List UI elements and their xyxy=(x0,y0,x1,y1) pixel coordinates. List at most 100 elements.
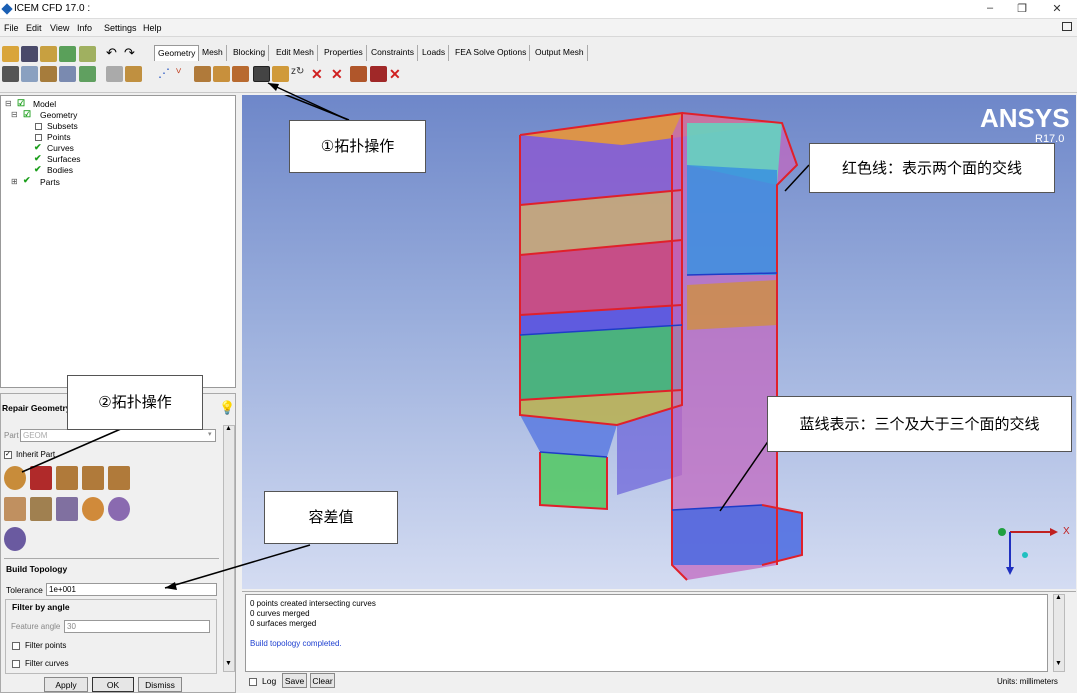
open-mesh-icon[interactable] xyxy=(79,46,96,62)
filter-curves-checkbox[interactable] xyxy=(12,660,20,668)
dismiss-button[interactable]: Dismiss xyxy=(138,677,182,692)
expand-model-icon[interactable]: ⊟ xyxy=(5,99,12,108)
filter-points-checkbox[interactable] xyxy=(12,642,20,650)
bodies-check-icon[interactable]: ✔ xyxy=(34,164,42,175)
restore-dormant-icon[interactable]: z↻ xyxy=(291,66,308,82)
menu-settings[interactable]: Settings xyxy=(104,23,137,33)
curves-check-icon[interactable]: ✔ xyxy=(34,142,42,153)
message-scroll-up-icon[interactable]: ▲ xyxy=(1055,594,1062,601)
help-view-icon[interactable] xyxy=(79,66,96,82)
ok-button[interactable]: OK xyxy=(92,677,134,692)
part-select[interactable]: GEOM xyxy=(20,429,216,442)
model-check-icon[interactable]: ☑ xyxy=(17,98,25,109)
build-topology-icon[interactable] xyxy=(4,466,26,490)
tree-curves[interactable]: Curves xyxy=(47,143,74,153)
panel-scrollbar[interactable] xyxy=(223,425,235,672)
tree-parts[interactable]: Parts xyxy=(40,177,60,187)
menu-edit[interactable]: Edit xyxy=(26,23,42,33)
create-surface-icon[interactable] xyxy=(194,66,211,82)
tab-constraints[interactable]: Constraints xyxy=(368,45,418,61)
duct-middle-band xyxy=(687,280,777,330)
open-geometry-icon[interactable] xyxy=(40,46,57,62)
tree-geometry[interactable]: Geometry xyxy=(40,110,77,120)
save-log-button[interactable]: Save xyxy=(282,673,307,688)
check-geometry-icon[interactable] xyxy=(30,466,52,490)
tab-fea-solve-options[interactable]: FEA Solve Options xyxy=(452,45,531,61)
align-edge-icon[interactable] xyxy=(56,497,78,521)
create-faces-icon[interactable] xyxy=(232,66,249,82)
axis-y-dot xyxy=(998,528,1006,536)
surfaces-check-icon[interactable]: ✔ xyxy=(34,153,42,164)
message-window[interactable]: 0 points created intersecting curves 0 c… xyxy=(245,594,1048,672)
message-panel: 0 points created intersecting curves 0 c… xyxy=(242,591,1076,693)
delete-surface-icon[interactable] xyxy=(350,66,367,82)
scroll-down-icon[interactable]: ▼ xyxy=(225,660,232,667)
tree-subsets[interactable]: Subsets xyxy=(47,121,78,131)
tree-surfaces[interactable]: Surfaces xyxy=(47,154,81,164)
tab-edit-mesh[interactable]: Edit Mesh xyxy=(273,45,318,61)
delete-body-icon[interactable] xyxy=(370,66,387,82)
feature-angle-input[interactable]: 30 xyxy=(64,620,210,633)
expand-parts-icon[interactable]: ⊞ xyxy=(11,177,18,186)
tolerance-input[interactable]: 1e+001 xyxy=(46,583,217,596)
maximize-button[interactable]: ❐ xyxy=(1007,2,1037,17)
subsets-checkbox[interactable] xyxy=(35,123,42,130)
remove-holes-icon[interactable] xyxy=(82,466,104,490)
undo-icon[interactable]: ↶ xyxy=(106,45,117,61)
symmetry-icon[interactable] xyxy=(108,497,130,521)
tab-properties[interactable]: Properties xyxy=(321,45,367,61)
create-point-icon[interactable]: ⋰ xyxy=(158,66,175,82)
restore-pane-icon[interactable] xyxy=(1062,22,1072,31)
tab-mesh[interactable]: Mesh xyxy=(199,45,227,61)
transform-geometry-icon[interactable] xyxy=(272,66,289,82)
tree-points[interactable]: Points xyxy=(47,132,71,142)
open-blocking-icon[interactable] xyxy=(59,46,76,62)
clear-log-button[interactable]: Clear xyxy=(310,673,335,688)
save-icon[interactable] xyxy=(21,46,38,62)
close-holes-icon[interactable] xyxy=(56,466,78,490)
create-body-icon[interactable] xyxy=(213,66,230,82)
log-checkbox[interactable] xyxy=(249,678,257,686)
delete-curve-icon[interactable]: ✕ xyxy=(331,66,348,82)
axis-z-arrow xyxy=(1006,567,1014,575)
transform-icon[interactable] xyxy=(59,66,76,82)
open-folder-icon[interactable] xyxy=(2,46,19,62)
tab-blocking[interactable]: Blocking xyxy=(230,45,270,61)
parts-check-icon[interactable]: ✔ xyxy=(23,175,31,186)
menu-info[interactable]: Info xyxy=(77,23,92,33)
redo-icon[interactable]: ↷ xyxy=(124,45,135,61)
tab-geometry[interactable]: Geometry xyxy=(154,45,200,61)
create-curve-icon[interactable]: ⱽ xyxy=(176,66,193,82)
menu-view[interactable]: View xyxy=(50,23,69,33)
feature-detect-icon[interactable] xyxy=(4,527,26,551)
repair-geometry-icon[interactable] xyxy=(253,66,270,82)
delete-point-icon[interactable]: ✕ xyxy=(311,66,328,82)
help-bulb-icon[interactable]: 💡 xyxy=(219,400,235,416)
inherit-part-checkbox[interactable]: ✓ xyxy=(4,451,12,459)
tab-output-mesh[interactable]: Output Mesh xyxy=(532,45,588,61)
close-button[interactable]: ✕ xyxy=(1042,2,1072,17)
apply-button[interactable]: Apply xyxy=(44,677,88,692)
stitch-edges-icon[interactable] xyxy=(108,466,130,490)
adjust-varying-icon[interactable] xyxy=(30,497,52,521)
message-scroll-down-icon[interactable]: ▼ xyxy=(1055,660,1062,667)
menu-file[interactable]: File xyxy=(4,23,19,33)
points-checkbox[interactable] xyxy=(35,134,42,141)
find-features-icon[interactable] xyxy=(82,497,104,521)
split-folded-icon[interactable] xyxy=(4,497,26,521)
zoom-box-icon[interactable] xyxy=(21,66,38,82)
expand-geometry-icon[interactable]: ⊟ xyxy=(11,110,18,119)
display-icon[interactable] xyxy=(106,66,123,82)
solid-display-icon[interactable] xyxy=(125,66,142,82)
fit-window-icon[interactable] xyxy=(2,66,19,82)
chevron-down-icon[interactable]: ▾ xyxy=(208,430,212,438)
menu-help[interactable]: Help xyxy=(143,23,162,33)
delete-any-icon[interactable]: ✕ xyxy=(389,66,406,82)
tree-bodies[interactable]: Bodies xyxy=(47,165,73,175)
minimize-button[interactable]: – xyxy=(975,2,1005,17)
geometry-check-icon[interactable]: ☑ xyxy=(23,109,31,120)
tab-loads[interactable]: Loads xyxy=(419,45,450,61)
scroll-up-icon[interactable]: ▲ xyxy=(225,425,232,432)
tree-model[interactable]: Model xyxy=(33,99,56,109)
measure-icon[interactable] xyxy=(40,66,57,82)
